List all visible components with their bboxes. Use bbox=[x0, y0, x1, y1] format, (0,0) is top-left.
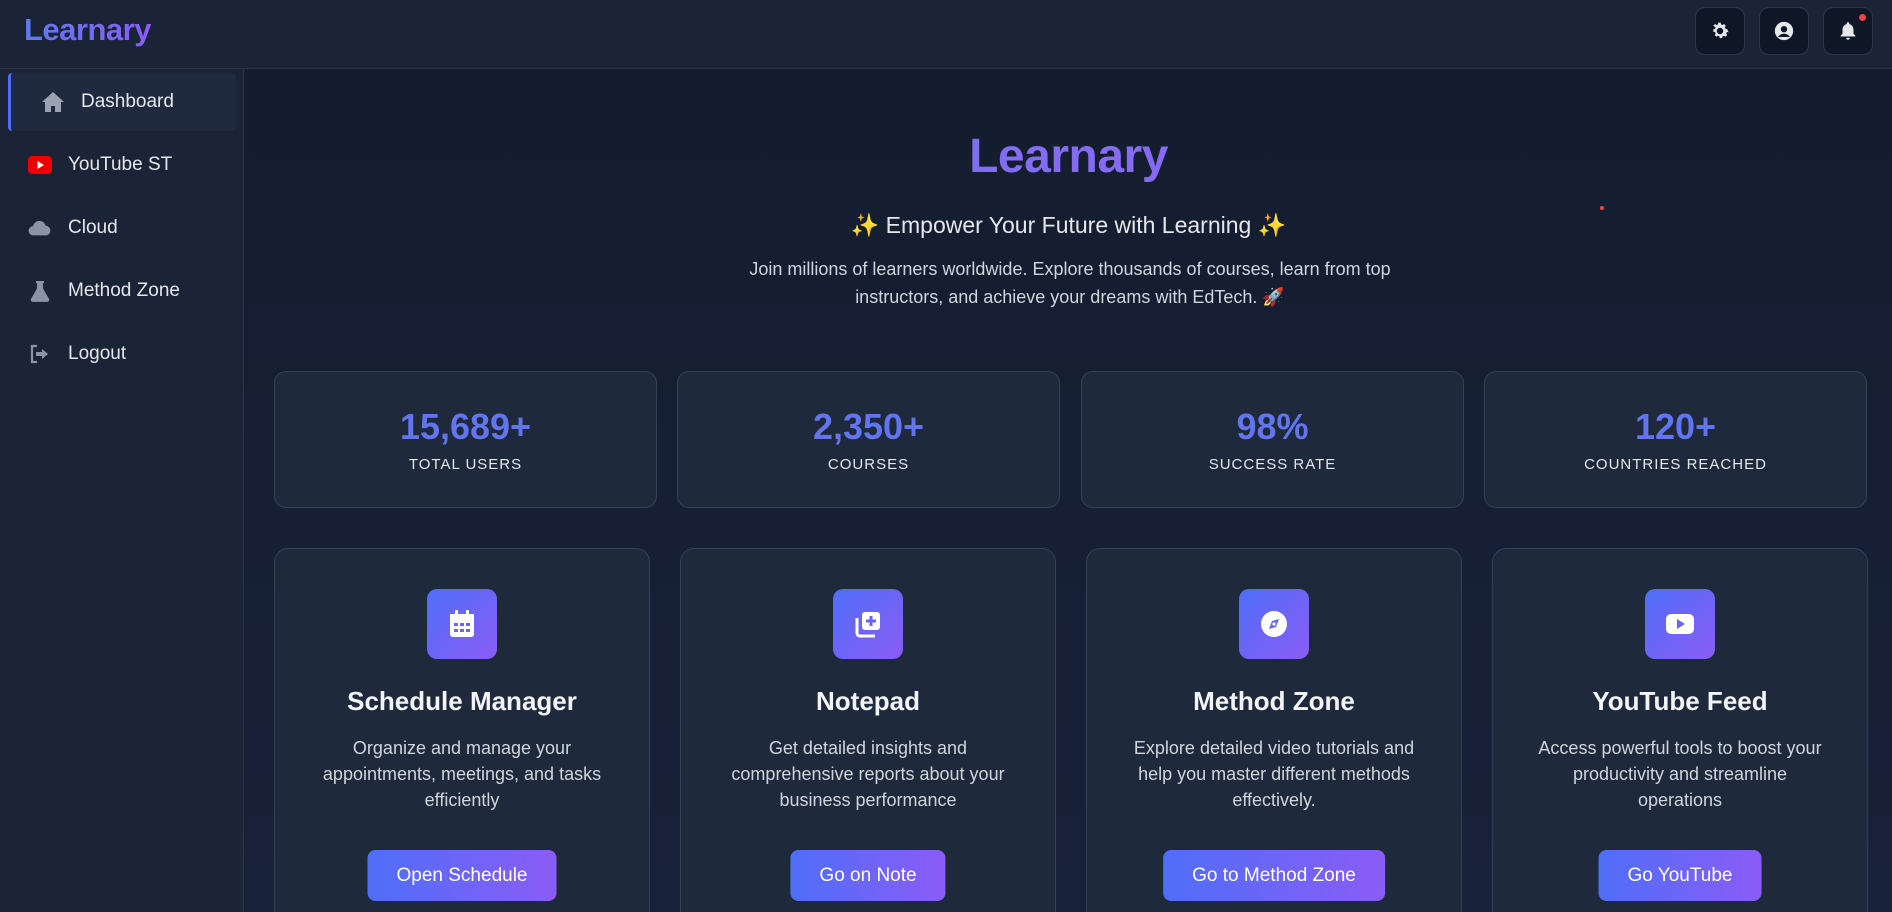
go-youtube-button[interactable]: Go YouTube bbox=[1598, 850, 1762, 901]
sidebar-item-youtube-st[interactable]: YouTube ST bbox=[8, 136, 236, 194]
stat-card-total-users: 15,689+ TOTAL USERS bbox=[274, 371, 657, 508]
flask-icon bbox=[28, 279, 52, 303]
sidebar-item-logout[interactable]: Logout bbox=[8, 325, 236, 383]
sidebar-item-method-zone[interactable]: Method Zone bbox=[8, 262, 236, 320]
feature-card-schedule-manager: Schedule Manager Organize and manage you… bbox=[274, 548, 650, 912]
stat-label: COURSES bbox=[827, 456, 910, 473]
stat-card-courses: 2,350+ COURSES bbox=[677, 371, 1060, 508]
note-add-icon bbox=[833, 589, 903, 659]
user-circle-icon bbox=[1774, 21, 1794, 41]
logout-icon bbox=[28, 342, 52, 366]
sidebar: Dashboard YouTube ST Cloud Method Zone L… bbox=[0, 69, 244, 912]
sidebar-item-dashboard[interactable]: Dashboard bbox=[8, 73, 236, 131]
feature-card-method-zone: Method Zone Explore detailed video tutor… bbox=[1086, 548, 1462, 912]
sidebar-item-label: Cloud bbox=[68, 217, 118, 238]
stat-value: 15,689+ bbox=[399, 406, 532, 447]
decorative-dot bbox=[1600, 206, 1604, 210]
hero-tagline: ✨ Empower Your Future with Learning ✨ bbox=[850, 212, 1287, 238]
go-to-method-zone-button[interactable]: Go to Method Zone bbox=[1163, 850, 1385, 901]
gear-icon bbox=[1713, 22, 1729, 39]
dashboard-main: Learnary ✨ Empower Your Future with Lear… bbox=[245, 69, 1892, 912]
card-title: Schedule Manager bbox=[347, 686, 577, 716]
feature-card-youtube-feed: YouTube Feed Access powerful tools to bo… bbox=[1492, 548, 1868, 912]
card-title: YouTube Feed bbox=[1592, 686, 1768, 716]
stat-value: 98% bbox=[1236, 406, 1309, 447]
card-description: Get detailed insights and comprehensive … bbox=[731, 738, 1005, 810]
cloud-icon bbox=[28, 216, 52, 240]
compass-icon bbox=[1239, 589, 1309, 659]
stat-label: COUNTRIES REACHED bbox=[1584, 456, 1767, 473]
card-title: Method Zone bbox=[1193, 686, 1355, 716]
youtube-icon bbox=[28, 153, 52, 177]
feature-card-notepad: Notepad Get detailed insights and compre… bbox=[680, 548, 1056, 912]
calendar-icon bbox=[427, 589, 497, 659]
bell-icon bbox=[1840, 22, 1856, 40]
stat-value: 120+ bbox=[1634, 406, 1717, 447]
card-description: Explore detailed video tutorials and hel… bbox=[1133, 738, 1415, 810]
stat-value: 2,350+ bbox=[812, 406, 925, 447]
hero-title: Learnary bbox=[245, 129, 1892, 184]
sidebar-item-label: Logout bbox=[68, 343, 127, 364]
settings-button[interactable] bbox=[1695, 7, 1745, 55]
brand-logo[interactable]: Learnary bbox=[24, 12, 151, 48]
video-play-icon bbox=[1645, 589, 1715, 659]
stat-card-success-rate: 98% SUCCESS RATE bbox=[1081, 371, 1464, 508]
stat-label: TOTAL USERS bbox=[408, 456, 523, 473]
stat-card-countries-reached: 120+ COUNTRIES REACHED bbox=[1484, 371, 1867, 508]
card-description: Organize and manage your appointments, m… bbox=[322, 738, 602, 810]
profile-button[interactable] bbox=[1759, 7, 1809, 55]
stat-label: SUCCESS RATE bbox=[1208, 456, 1337, 473]
card-description: Access powerful tools to boost your prod… bbox=[1538, 738, 1822, 810]
notification-badge bbox=[1858, 13, 1867, 22]
sidebar-item-label: YouTube ST bbox=[68, 154, 173, 175]
open-schedule-button[interactable]: Open Schedule bbox=[367, 850, 557, 901]
top-bar: Learnary bbox=[0, 0, 1892, 69]
home-icon bbox=[41, 90, 65, 114]
sidebar-item-cloud[interactable]: Cloud bbox=[8, 199, 236, 257]
hero-subtitle: Join millions of learners worldwide. Exp… bbox=[749, 259, 1391, 307]
card-title: Notepad bbox=[816, 686, 920, 716]
sidebar-item-label: Method Zone bbox=[68, 280, 180, 301]
notifications-button[interactable] bbox=[1823, 7, 1873, 55]
go-on-note-button[interactable]: Go on Note bbox=[790, 850, 946, 901]
sidebar-item-label: Dashboard bbox=[81, 91, 174, 112]
